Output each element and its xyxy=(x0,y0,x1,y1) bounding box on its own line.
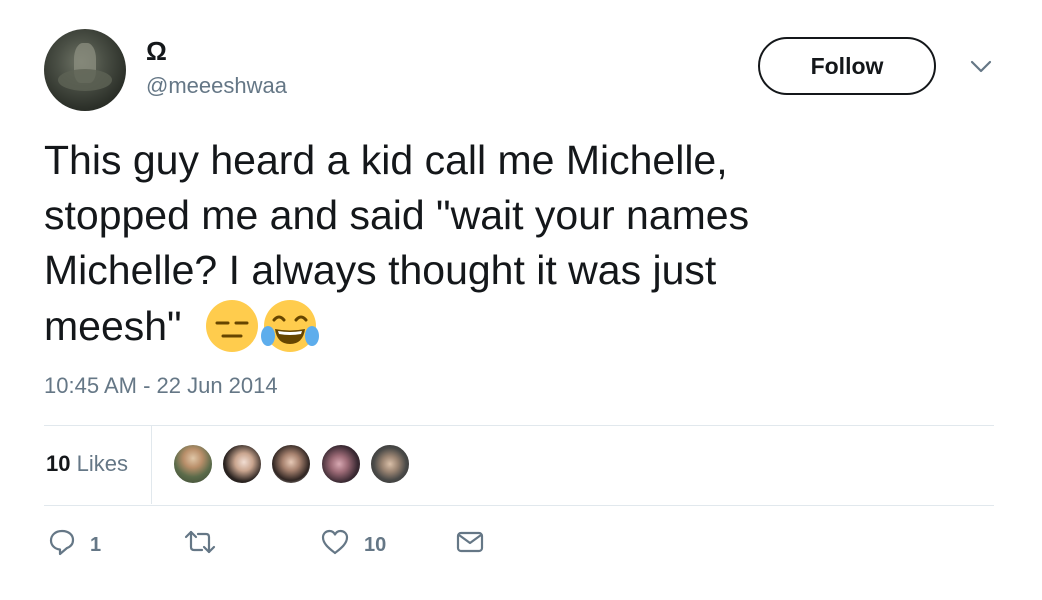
chevron-down-icon[interactable] xyxy=(966,55,996,79)
like-button[interactable]: 10 xyxy=(320,529,386,561)
follow-button[interactable]: Follow xyxy=(758,37,936,95)
reply-icon xyxy=(48,528,76,562)
like-count: 10 xyxy=(364,533,387,556)
direct-message-button[interactable] xyxy=(456,529,484,561)
tweet-text: This guy heard a kid call me Michelle, s… xyxy=(44,133,994,354)
liker-avatar[interactable] xyxy=(320,443,362,485)
retweet-icon xyxy=(184,528,216,562)
divider-bottom xyxy=(44,505,994,506)
reply-count: 1 xyxy=(90,533,102,556)
author-avatar[interactable] xyxy=(44,29,126,111)
liker-avatar[interactable] xyxy=(369,443,411,485)
author-display-name[interactable]: Ω xyxy=(146,36,167,67)
tweet-text-body: This guy heard a kid call me Michelle, s… xyxy=(44,137,750,349)
likes-count: 10 xyxy=(46,451,71,476)
expressionless-face-icon xyxy=(204,298,260,354)
avatar-figure-shoulders xyxy=(58,69,112,91)
face-with-tears-of-joy-icon xyxy=(260,298,320,354)
reply-button[interactable]: 1 xyxy=(48,529,101,561)
liker-avatar[interactable] xyxy=(172,443,214,485)
likes-stat[interactable]: 10 Likes xyxy=(46,451,128,477)
heart-icon xyxy=(320,528,350,562)
tweet-timestamp[interactable]: 10:45 AM - 22 Jun 2014 xyxy=(44,373,278,399)
stats-vertical-divider xyxy=(151,426,152,504)
envelope-icon xyxy=(456,530,484,560)
author-handle[interactable]: @meeeshwaa xyxy=(146,73,287,99)
divider-top xyxy=(44,425,994,426)
liker-avatar[interactable] xyxy=(270,443,312,485)
liker-avatar[interactable] xyxy=(221,443,263,485)
retweet-button[interactable] xyxy=(184,529,230,561)
likes-label: Likes xyxy=(76,451,128,476)
